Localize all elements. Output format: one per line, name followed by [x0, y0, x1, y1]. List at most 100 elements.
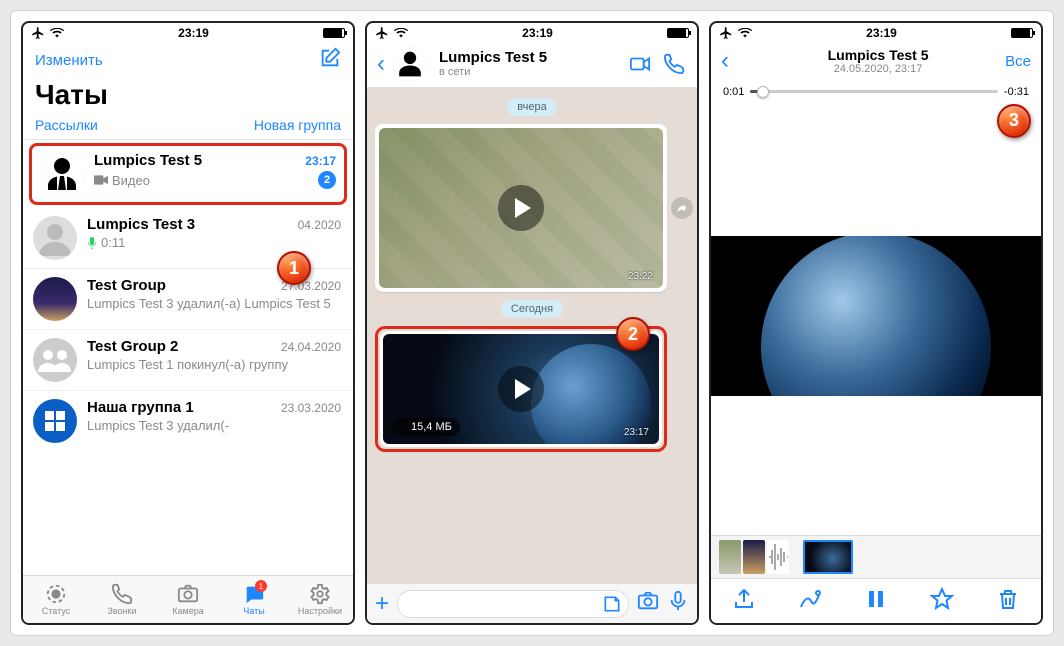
- forward-icon[interactable]: [671, 197, 693, 219]
- chat-preview: Lumpics Test 1 покинул(-а) группу: [87, 357, 288, 373]
- clock: 23:19: [522, 26, 553, 40]
- download-size-chip[interactable]: 15,4 МБ: [391, 418, 460, 436]
- chat-preview: Lumpics Test 3 удалил(-: [87, 418, 229, 433]
- star-icon[interactable]: [930, 587, 954, 616]
- media-thumb[interactable]: [743, 540, 765, 574]
- microphone-icon: [87, 237, 97, 249]
- battery-icon: [667, 28, 689, 38]
- message-time: 23:17: [624, 427, 649, 438]
- avatar: [33, 216, 77, 260]
- media-thumb-selected[interactable]: [803, 540, 853, 574]
- chat-header: ‹ Lumpics Test 5 в сети: [367, 43, 697, 88]
- tab-bar: Статус Звонки Камера Чаты1 Настройки: [23, 575, 353, 623]
- broadcast-lists-link[interactable]: Рассылки: [35, 117, 98, 133]
- chat-list: Lumpics Test 5 23:17 Видео 2: [23, 140, 353, 575]
- chat-subtitle: в сети: [439, 66, 619, 78]
- trash-icon[interactable]: [996, 587, 1020, 616]
- chat-time: 04.2020: [298, 218, 341, 232]
- all-media-button[interactable]: Все: [1005, 53, 1031, 70]
- chat-preview: 0:11: [87, 235, 125, 250]
- avatar: [40, 152, 84, 196]
- edit-icon[interactable]: [798, 587, 822, 616]
- video-message-download[interactable]: 15,4 МБ 23:17 2: [375, 326, 667, 452]
- avatar[interactable]: [393, 47, 427, 81]
- viewer-date: 24.05.2020, 23:17: [751, 63, 1005, 76]
- viewer-main[interactable]: 3: [711, 98, 1041, 535]
- tab-badge: 1: [255, 580, 267, 592]
- message-input[interactable]: [397, 590, 629, 618]
- wifi-icon: [738, 28, 752, 38]
- viewer-toolbar: [711, 579, 1041, 623]
- wifi-icon: [50, 28, 64, 38]
- chat-row[interactable]: Наша группа 1 23.03.2020 Lumpics Test 3 …: [23, 391, 353, 451]
- thumbnail-strip[interactable]: [711, 535, 1041, 579]
- edit-button[interactable]: Изменить: [35, 52, 103, 69]
- avatar: [33, 338, 77, 382]
- tab-camera[interactable]: Камера: [155, 576, 221, 623]
- video-icon: [94, 175, 108, 185]
- compose-icon[interactable]: [319, 47, 341, 73]
- video-thumbnail: 15,4 МБ 23:17: [383, 334, 659, 444]
- battery-icon: [323, 28, 345, 38]
- date-chip: Сегодня: [501, 300, 563, 318]
- airplane-mode-icon: [31, 26, 45, 40]
- step-badge-2: 2: [616, 317, 650, 351]
- back-button[interactable]: ‹: [721, 47, 751, 75]
- new-group-link[interactable]: Новая группа: [254, 117, 341, 133]
- tab-status[interactable]: Статус: [23, 576, 89, 623]
- chat-name: Test Group 2: [87, 338, 178, 355]
- date-chip: вчера: [507, 98, 556, 116]
- camera-icon[interactable]: [637, 590, 659, 617]
- media-thumb[interactable]: [767, 540, 789, 574]
- chat-name: Test Group: [87, 277, 166, 294]
- status-bar: 23:19: [711, 23, 1041, 43]
- airplane-mode-icon: [375, 26, 389, 40]
- unread-badge: 2: [318, 171, 336, 189]
- tab-settings[interactable]: Настройки: [287, 576, 353, 623]
- chat-time: 23:17: [305, 154, 336, 168]
- viewer-header: ‹ Lumpics Test 5 24.05.2020, 23:17 Все: [711, 43, 1041, 82]
- elapsed-time: 0:01: [723, 86, 744, 98]
- avatar: [33, 277, 77, 321]
- scrubber-track[interactable]: [750, 90, 998, 93]
- chat-time: 23.03.2020: [281, 401, 341, 415]
- media-thumb[interactable]: [719, 540, 741, 574]
- sticker-icon[interactable]: [602, 594, 622, 619]
- clock: 23:19: [866, 26, 897, 40]
- tab-calls[interactable]: Звонки: [89, 576, 155, 623]
- share-icon[interactable]: [732, 587, 756, 616]
- chat-preview: Видео: [94, 173, 150, 188]
- chat-name: Lumpics Test 5: [94, 152, 202, 169]
- attach-icon[interactable]: +: [375, 590, 389, 618]
- step-badge-1: 1: [277, 251, 311, 285]
- tab-chats[interactable]: Чаты1: [221, 576, 287, 623]
- chat-name: Lumpics Test 3: [87, 216, 195, 233]
- remaining-time: -0:31: [1004, 86, 1029, 98]
- chat-title-block[interactable]: Lumpics Test 5 в сети: [439, 50, 619, 79]
- page-title: Чаты: [23, 77, 353, 117]
- video-message[interactable]: 23:22: [375, 124, 667, 292]
- chat-time: 24.04.2020: [281, 340, 341, 354]
- screen-video-viewer: 23:19 ‹ Lumpics Test 5 24.05.2020, 23:17…: [709, 21, 1043, 625]
- chat-title: Lumpics Test 5: [439, 50, 619, 67]
- video-thumbnail: 23:22: [379, 128, 663, 288]
- pause-icon[interactable]: [864, 587, 888, 616]
- chat-row[interactable]: Lumpics Test 5 23:17 Видео 2: [29, 143, 347, 205]
- microphone-icon[interactable]: [667, 590, 689, 617]
- message-time: 23:22: [628, 271, 653, 282]
- chat-body: вчера 23:22 Сегодня 15,4 М: [367, 88, 697, 583]
- wifi-icon: [394, 28, 408, 38]
- play-icon[interactable]: [498, 366, 544, 412]
- status-bar: 23:19: [367, 23, 697, 43]
- scrubber[interactable]: 0:01 -0:31: [711, 82, 1041, 98]
- chat-row[interactable]: Test Group 2 24.04.2020 Lumpics Test 1 п…: [23, 330, 353, 391]
- back-button[interactable]: ‹: [377, 50, 385, 78]
- step-badge-3: 3: [997, 104, 1031, 138]
- voice-call-icon[interactable]: [661, 53, 687, 75]
- airplane-mode-icon: [719, 26, 733, 40]
- video-call-icon[interactable]: [627, 53, 653, 75]
- play-icon[interactable]: [498, 185, 544, 231]
- input-bar: +: [367, 583, 697, 623]
- download-icon: [397, 422, 407, 432]
- viewer-title: Lumpics Test 5: [751, 47, 1005, 63]
